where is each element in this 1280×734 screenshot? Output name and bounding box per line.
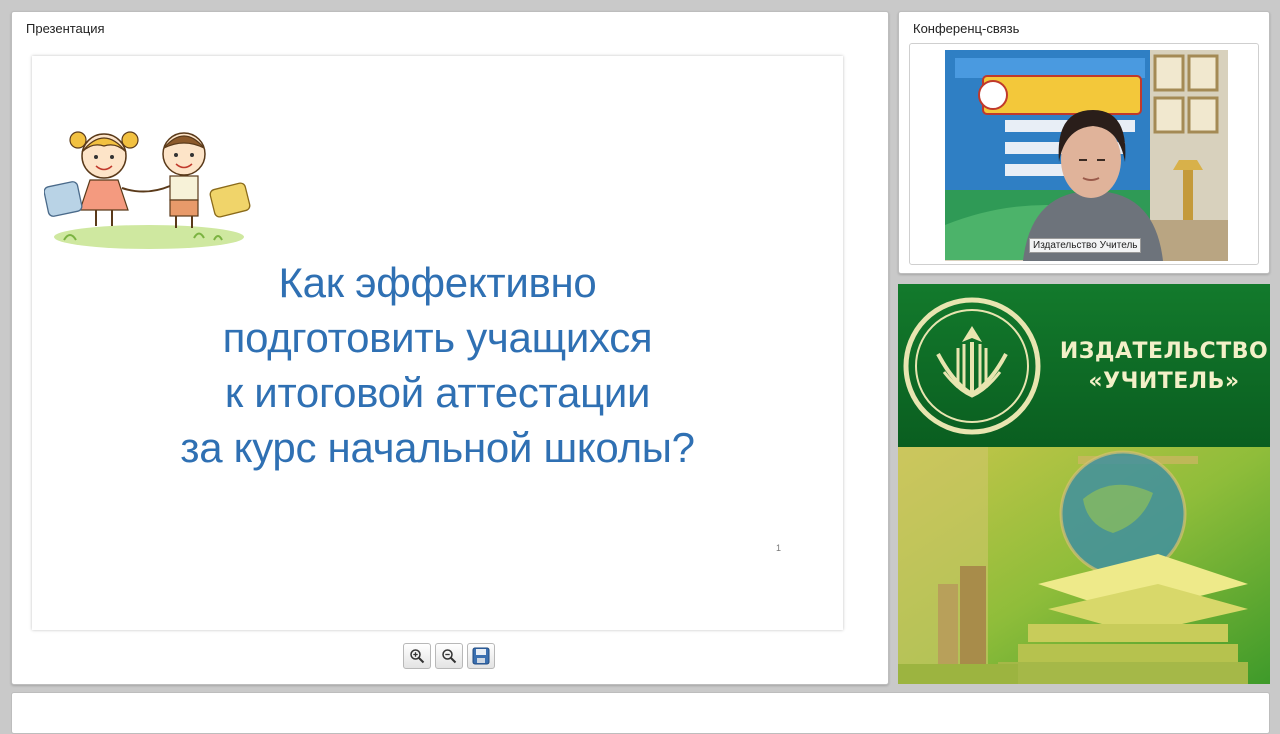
zoom-out-icon <box>442 649 457 664</box>
video-frame: Издательство Учитель <box>909 43 1259 265</box>
presentation-panel: Презентация Как эффективно подготовить у… <box>11 11 889 685</box>
publisher-name-line1: ИЗДАТЕЛЬСТВО <box>1059 339 1269 364</box>
slide-title-line: подготовить учащихся <box>222 314 653 361</box>
zoom-in-button[interactable] <box>403 643 431 669</box>
slide-title-line: за курс начальной школы? <box>180 424 695 471</box>
zoom-out-button[interactable] <box>435 643 463 669</box>
slide-title-line: к итоговой аттестации <box>224 369 651 416</box>
save-icon <box>472 647 490 665</box>
participant-name-label: Издательство Учитель <box>1029 238 1142 253</box>
presentation-toolbar <box>403 643 495 669</box>
slide-title: Как эффективно подготовить учащихся к ит… <box>32 255 843 475</box>
participant-video[interactable]: Издательство Учитель <box>945 50 1228 261</box>
slide-title-line: Как эффективно <box>278 259 597 306</box>
slide-page-number: 1 <box>776 543 782 553</box>
conference-panel: Конференц-связь Издательство Учитель <box>898 11 1270 274</box>
publisher-name-line2: «УЧИТЕЛЬ» <box>1088 369 1240 394</box>
save-button[interactable] <box>467 643 495 669</box>
zoom-in-icon <box>410 649 425 664</box>
presentation-slide: Как эффективно подготовить учащихся к ит… <box>32 56 843 630</box>
webcam-video-image <box>945 50 1228 261</box>
bottom-panel <box>11 692 1270 734</box>
conference-panel-title: Конференц-связь <box>913 21 1020 36</box>
publisher-name: ИЗДАТЕЛЬСТВО «УЧИТЕЛЬ» <box>1058 337 1270 397</box>
children-illustration <box>44 131 251 249</box>
presentation-panel-title: Презентация <box>26 21 105 36</box>
publisher-banner: ИЗДАТЕЛЬСТВО «УЧИТЕЛЬ» <box>898 284 1270 684</box>
